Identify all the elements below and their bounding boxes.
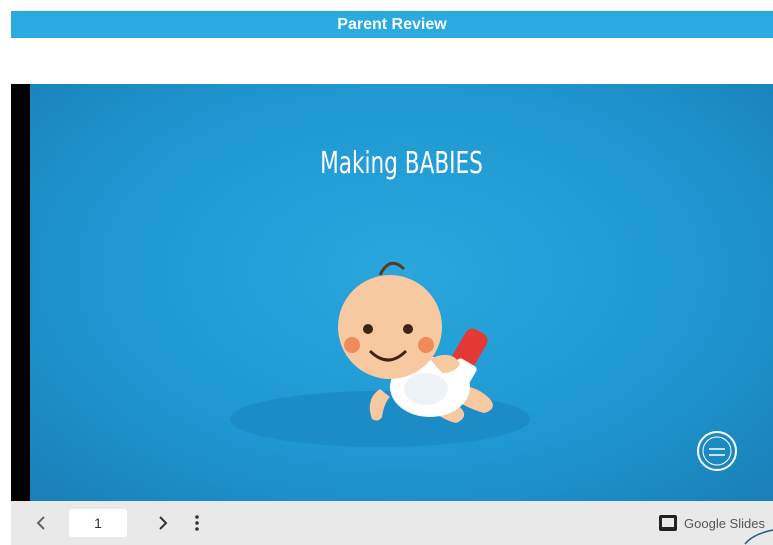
chevron-left-icon[interactable] bbox=[29, 511, 53, 535]
baby-illustration bbox=[230, 261, 530, 447]
slide-canvas[interactable]: Making BABIES bbox=[30, 84, 773, 501]
more-vertical-icon[interactable] bbox=[191, 511, 203, 535]
page-number-input[interactable]: 1 bbox=[69, 509, 127, 537]
google-slides-icon bbox=[659, 515, 678, 531]
slides-toolbar: 1 Google Slides bbox=[11, 501, 773, 545]
decorative-curve bbox=[744, 529, 773, 545]
page-number: 1 bbox=[94, 515, 102, 531]
brand-logo bbox=[697, 431, 737, 471]
chevron-right-icon[interactable] bbox=[151, 511, 175, 535]
page-title: Parent Review bbox=[337, 15, 447, 33]
slides-embed[interactable]: Making BABIES bbox=[11, 84, 773, 501]
header-bar: Parent Review bbox=[11, 11, 773, 38]
slide-title: Making BABIES bbox=[320, 146, 483, 181]
